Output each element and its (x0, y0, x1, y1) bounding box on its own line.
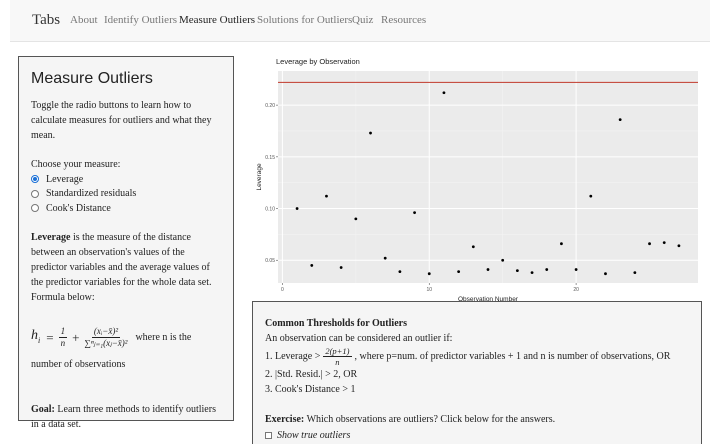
threshold-leverage-fraction: 2(p+1) n (323, 346, 352, 367)
data-point (515, 269, 519, 272)
data-point (662, 241, 666, 245)
radio-leverage[interactable] (31, 175, 39, 184)
show-outliers-toggle[interactable]: Show true outliers (265, 428, 689, 443)
show-outliers-label: Show true outliers (277, 430, 351, 441)
formula-term1-num: 1 (58, 326, 68, 338)
formula-lhs: hi (31, 327, 41, 345)
threshold-leverage-suffix: , where p=num. of predictor variables + … (354, 351, 671, 362)
formula-term2-num: (xᵢ−x̄)² (91, 326, 121, 338)
goal-body: Learn three methods to identify outliers… (31, 403, 216, 430)
data-point (295, 207, 299, 210)
data-point (545, 268, 549, 271)
radio-option-cooks-distance[interactable]: Cook's Distance (31, 201, 221, 216)
measure-description-term: Leverage (31, 231, 71, 243)
plot-panel (278, 71, 698, 283)
sidebar-panel: Measure Outliers Toggle the radio button… (18, 56, 234, 430)
sidebar-title: Measure Outliers (31, 70, 153, 87)
x-tick-label: 20 (573, 287, 579, 293)
tab-measure-outliers[interactable]: Measure Outliers (179, 14, 255, 26)
data-point (618, 118, 622, 122)
threshold-fraction-num: 2(p+1) (323, 346, 352, 357)
formula-plus: + (72, 330, 80, 345)
data-point (486, 268, 490, 271)
formula-equals: = (46, 330, 54, 345)
data-point (677, 244, 681, 248)
formula-term1-den: n (60, 338, 66, 348)
formula-where: where n is the (135, 332, 192, 343)
data-point (633, 271, 637, 275)
radio-label-leverage: Leverage (46, 173, 84, 185)
threshold-leverage: 1. Leverage > 2(p+1) n , where p=num. of… (265, 346, 689, 367)
y-tick-label: 0.20 (265, 103, 275, 109)
formula-term2: (xᵢ−x̄)² ∑ⁿⱼ₌₁(xⱼ−x̄)² (84, 326, 127, 349)
tab-identify-outliers[interactable]: Identify Outliers (104, 14, 177, 26)
thresholds-panel: Common Thresholds for Outliers An observ… (252, 301, 702, 444)
formula-term2-den: ∑ⁿⱼ₌₁(xⱼ−x̄)² (84, 338, 128, 348)
data-point (383, 256, 387, 260)
formula-term1: 1 n (58, 326, 68, 349)
leverage-chart-svg: 0.05 0.10 0.15 0.20 0 10 20 Leverage by Observa… (256, 57, 698, 303)
navbar: Tabs About Identify Outliers Measure Out… (10, 0, 710, 42)
threshold-leverage-prefix: 1. Leverage > (265, 351, 321, 362)
data-point (310, 264, 314, 267)
y-tick-label: 0.15 (265, 155, 275, 161)
data-point (339, 266, 343, 269)
navbar-brand[interactable]: Tabs (32, 12, 60, 29)
formula-lhs-sub: i (38, 335, 41, 345)
radio-option-standardized-residuals[interactable]: Standardized residuals (31, 187, 221, 202)
radio-label-standardized-residuals: Standardized residuals (46, 188, 137, 200)
data-point (427, 272, 431, 276)
y-axis-label: Leverage (256, 163, 263, 190)
formula-continuation: number of observations (31, 358, 126, 370)
data-point (325, 194, 328, 198)
threshold-std-resid: 2. |Std. Resid.| > 2, OR (265, 369, 358, 380)
data-point (574, 268, 578, 271)
data-point (589, 194, 593, 198)
radio-cooks-distance[interactable] (31, 204, 39, 213)
goal-label: Goal: (31, 403, 55, 415)
leverage-formula: hi = 1 n + (xᵢ−x̄)² ∑ⁿⱼ₌₁(xⱼ−x̄)² where … (31, 319, 221, 357)
chart-title: Leverage by Observation (276, 57, 360, 66)
goal-text: Goal: Learn three methods to identify ou… (31, 402, 221, 432)
measure-description: Leverage is the measure of the distance … (31, 230, 221, 305)
data-point (413, 211, 416, 215)
radio-label-cooks-distance: Cook's Distance (46, 202, 111, 214)
threshold-cooks-distance: 3. Cook's Distance > 1 (265, 384, 356, 395)
data-point (648, 242, 651, 246)
data-point (530, 271, 534, 275)
x-tick-label: 10 (426, 287, 432, 293)
tab-solutions-for-outliers[interactable]: Solutions for Outliers (257, 14, 352, 26)
exercise-body: Which observations are outliers? Click b… (304, 414, 556, 425)
data-point (369, 131, 372, 135)
data-point (398, 270, 402, 274)
radio-option-leverage[interactable]: Leverage (31, 172, 221, 187)
data-point (560, 242, 563, 246)
tab-resources[interactable]: Resources (381, 14, 426, 26)
measure-group-label: Choose your measure: (31, 159, 121, 170)
radio-standardized-residuals[interactable] (31, 189, 39, 198)
y-tick-label: 0.05 (265, 258, 275, 264)
thresholds-intro: An observation can be considered an outl… (265, 333, 453, 344)
data-point (501, 258, 505, 262)
tab-about[interactable]: About (70, 14, 98, 26)
data-point (457, 270, 461, 274)
data-point (471, 245, 475, 249)
data-point (604, 272, 607, 276)
exercise-text: Exercise: Which observations are outlier… (265, 412, 689, 427)
threshold-fraction-den: n (335, 357, 340, 367)
data-point (442, 91, 446, 95)
sidebar-intro: Toggle the radio buttons to learn how to… (31, 100, 212, 141)
y-tick-label: 0.10 (265, 207, 275, 213)
data-point (354, 217, 358, 221)
exercise-label: Exercise: (265, 414, 305, 425)
tab-quiz[interactable]: Quiz (352, 14, 373, 26)
show-outliers-checkbox[interactable] (265, 432, 272, 439)
x-tick-label: 0 (281, 287, 284, 293)
leverage-chart: 0.05 0.10 0.15 0.20 0 10 20 Leverage by Observa… (252, 52, 704, 303)
thresholds-title: Common Thresholds for Outliers (265, 318, 407, 329)
